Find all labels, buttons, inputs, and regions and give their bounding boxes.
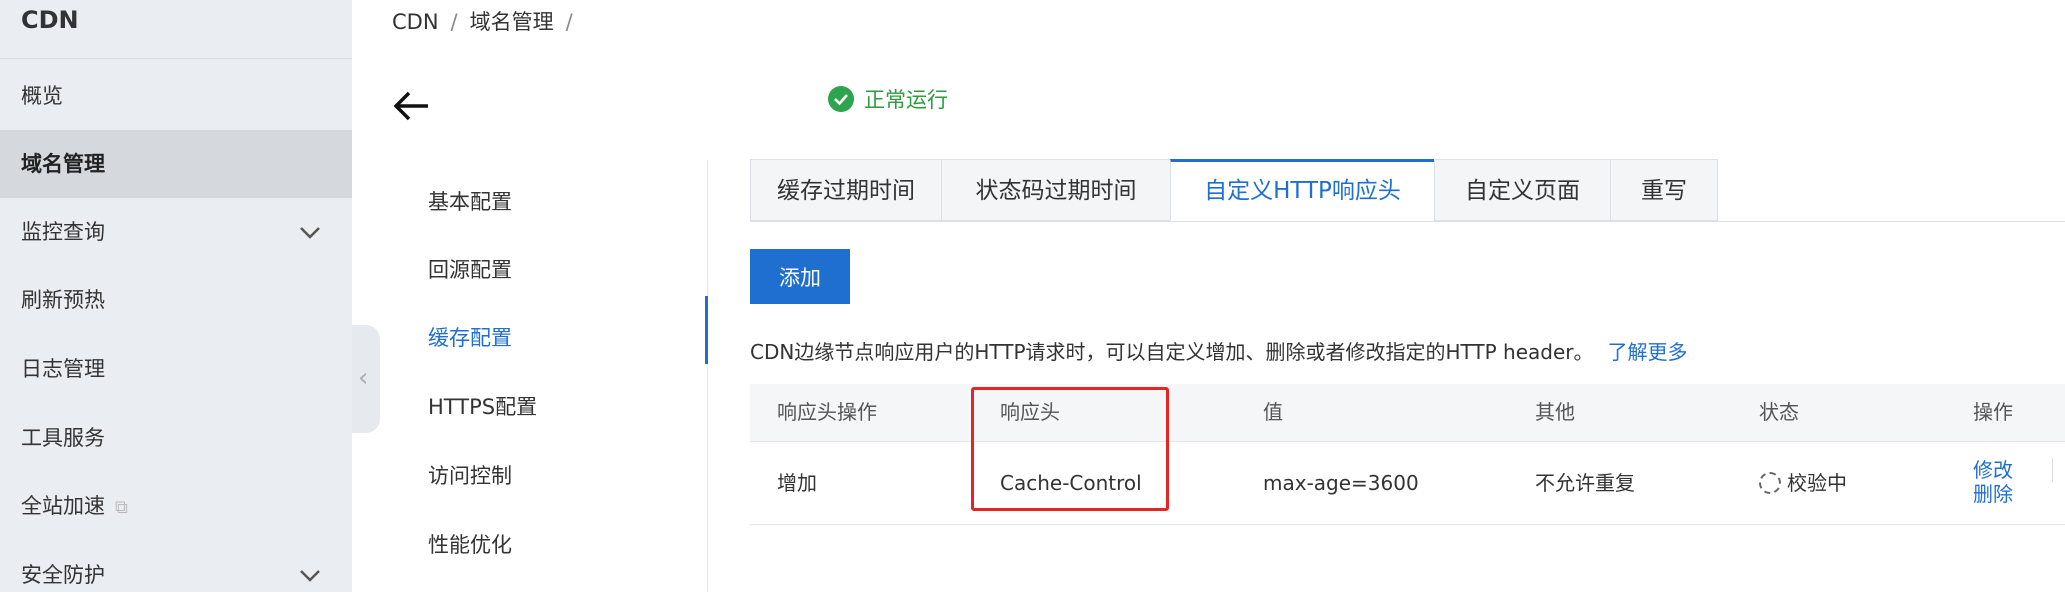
chevron-down-icon: [300, 570, 320, 582]
config-menu-basic[interactable]: 基本配置: [428, 186, 512, 216]
sidebar-item-label: 监控查询: [21, 220, 105, 244]
cell-status: 校验中: [1759, 442, 1847, 524]
cell-operation-type: 增加: [777, 471, 817, 495]
sidebar-item-overview[interactable]: 概览: [0, 62, 352, 130]
config-menu-access-control[interactable]: 访问控制: [428, 460, 512, 490]
edit-link[interactable]: 修改: [1973, 458, 2013, 482]
sidebar-item-logs[interactable]: 日志管理: [0, 335, 352, 403]
sidebar-item-label: 工具服务: [21, 426, 105, 450]
column-header-other: 其他: [1535, 400, 1575, 424]
loading-spinner-icon: [1759, 471, 1781, 494]
external-link-icon: ⧉: [115, 497, 128, 518]
sidebar-item-tools[interactable]: 工具服务: [0, 404, 352, 472]
domain-status: 正常运行: [828, 84, 948, 114]
add-button[interactable]: 添加: [750, 249, 850, 304]
delete-link[interactable]: 删除: [1973, 482, 2013, 506]
sidebar-divider: [0, 58, 352, 59]
learn-more-link[interactable]: 了解更多: [1608, 340, 1688, 364]
breadcrumb-separator: /: [565, 10, 573, 34]
cell-value: max-age=3600: [1263, 471, 1419, 495]
column-divider: [2052, 458, 2053, 482]
column-header-value: 值: [1263, 400, 1283, 424]
back-arrow-icon[interactable]: [392, 86, 432, 126]
config-menu-active-indicator: [705, 296, 708, 364]
sidebar-item-label: 安全防护: [21, 563, 105, 587]
config-menu-cache[interactable]: 缓存配置: [428, 322, 512, 352]
sidebar-item-label: 刷新预热: [21, 288, 105, 312]
sidebar-title: CDN: [21, 6, 79, 34]
tab-custom-http-header[interactable]: 自定义HTTP响应头: [1170, 159, 1435, 221]
breadcrumb-separator: /: [450, 10, 458, 34]
cell-actions: 修改 删除: [1973, 458, 2013, 506]
tab-status-code-expiry[interactable]: 状态码过期时间: [941, 159, 1171, 221]
tab-cache-expiry[interactable]: 缓存过期时间: [750, 159, 942, 221]
sidebar-item-domain-management[interactable]: 域名管理: [0, 130, 352, 198]
sidebar-collapse-handle[interactable]: ‹: [352, 325, 380, 433]
table-header: 响应头操作 响应头 值 其他 状态 操作: [750, 384, 2065, 442]
description: CDN边缘节点响应用户的HTTP请求时，可以自定义增加、删除或者修改指定的HTT…: [750, 336, 1688, 365]
check-circle-icon: [828, 86, 854, 112]
breadcrumb-cdn[interactable]: CDN: [392, 10, 439, 34]
sidebar-item-label: 概览: [21, 84, 63, 108]
description-text: CDN边缘节点响应用户的HTTP请求时，可以自定义增加、删除或者修改指定的HTT…: [750, 340, 1594, 364]
status-text: 校验中: [1787, 471, 1847, 495]
sidebar-item-label: 日志管理: [21, 357, 105, 381]
sidebar-item-label: 全站加速: [21, 494, 105, 518]
domain-status-text: 正常运行: [864, 88, 948, 112]
breadcrumb: CDN / 域名管理 /: [392, 6, 585, 36]
sidebar-item-full-site-acceleration[interactable]: 全站加速 ⧉: [0, 472, 352, 540]
tab-custom-page[interactable]: 自定义页面: [1434, 159, 1611, 221]
sidebar-item-security[interactable]: 安全防护: [0, 541, 352, 609]
chevron-down-icon: [300, 227, 320, 239]
config-menu-performance[interactable]: 性能优化: [428, 529, 512, 559]
chevron-left-icon: ‹: [358, 363, 369, 393]
breadcrumb-domain-management[interactable]: 域名管理: [470, 10, 554, 34]
sidebar-item-monitoring[interactable]: 监控查询: [0, 198, 352, 266]
tab-underline: [750, 221, 2065, 222]
highlight-box: [971, 387, 1169, 511]
cell-other: 不允许重复: [1535, 471, 1635, 495]
config-menu-origin[interactable]: 回源配置: [428, 254, 512, 284]
column-header-status: 状态: [1759, 400, 1799, 424]
column-header-actions: 操作: [1973, 400, 2013, 424]
sidebar-item-refresh-preload[interactable]: 刷新预热: [0, 266, 352, 334]
config-menu-https[interactable]: HTTPS配置: [428, 391, 537, 421]
sidebar-item-label: 域名管理: [21, 152, 105, 176]
tab-rewrite[interactable]: 重写: [1610, 159, 1718, 221]
column-header-operation-type: 响应头操作: [777, 400, 877, 424]
sidebar: CDN 概览 域名管理 监控查询 刷新预热 日志管理 工具服务 全站加速 ⧉ 安全…: [0, 0, 352, 592]
table-row: 增加 Cache-Control max-age=3600 不允许重复 校验中 …: [750, 442, 2065, 525]
config-menu-border: [707, 160, 708, 592]
